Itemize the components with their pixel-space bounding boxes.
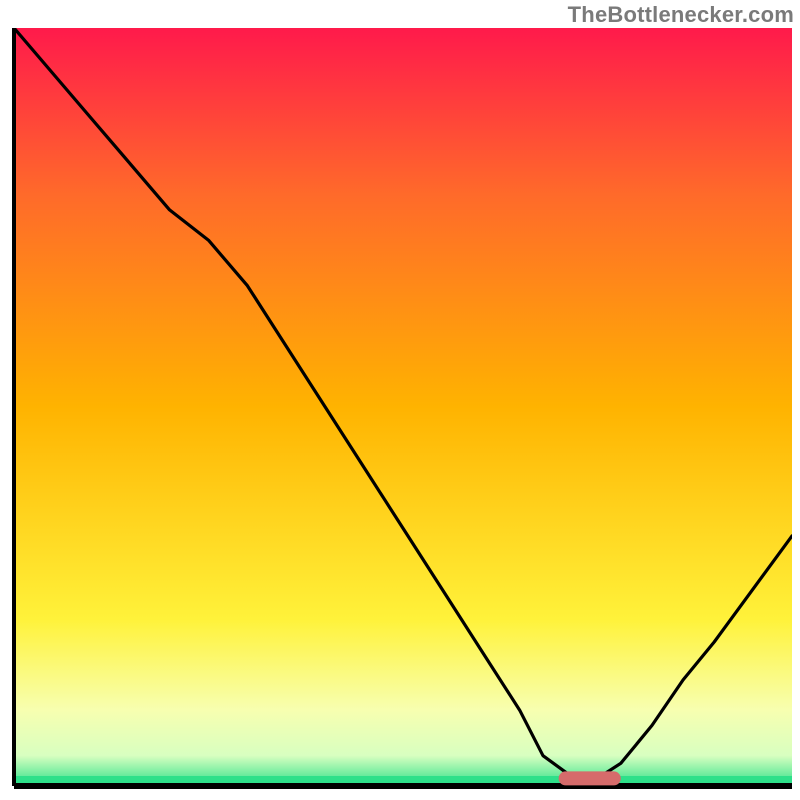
bottleneck-plot-svg <box>8 28 792 792</box>
watermark-text: TheBottlenecker.com <box>568 2 794 28</box>
chart-stage: TheBottlenecker.com <box>0 0 800 800</box>
bottleneck-plot <box>8 28 792 792</box>
optimal-marker <box>559 771 621 785</box>
plot-background <box>14 28 792 786</box>
